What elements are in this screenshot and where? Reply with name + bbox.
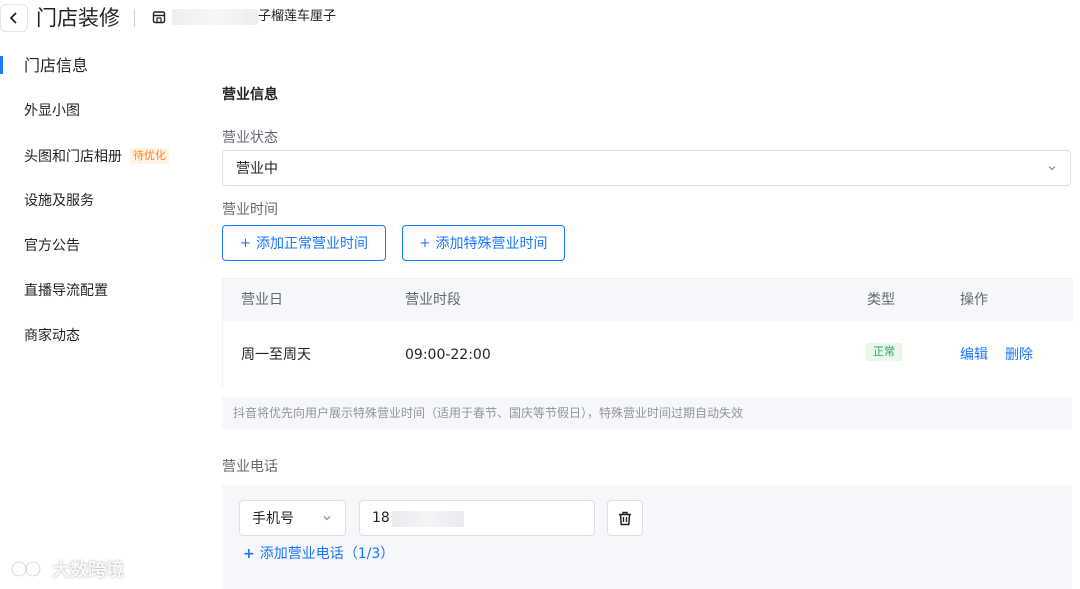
row-time: 09:00-22:00 (405, 347, 491, 363)
chevron-down-icon (323, 516, 331, 521)
back-button[interactable] (0, 4, 28, 32)
row-days: 周一至周天 (241, 347, 311, 363)
phone-type-select[interactable]: 手机号 (239, 500, 346, 536)
delete-link[interactable]: 删除 (1005, 345, 1033, 365)
add-phone-label: 添加营业电话（1/3） (259, 546, 395, 562)
title-divider (134, 9, 135, 27)
sidebar-item-facilities[interactable]: 设施及服务 (0, 180, 190, 220)
table-row: 周一至周天 09:00-22:00 正常 编辑 删除 (223, 321, 1073, 389)
header-actions: 操作 (960, 292, 988, 308)
sidebar-item-label: 外显小图 (24, 103, 80, 119)
plus-icon: + (419, 235, 431, 251)
hours-table: 营业日 营业时段 类型 操作 周一至周天 09:00-22:00 正常 编辑 删… (222, 278, 1073, 389)
button-label: 添加特殊营业时间 (435, 236, 548, 252)
phone-type-value: 手机号 (252, 511, 294, 527)
sidebar-item-merchant-news[interactable]: 商家动态 (0, 315, 190, 355)
chevron-left-icon (9, 12, 17, 24)
chevron-down-icon (1048, 166, 1056, 171)
status-label: 营业状态 (222, 130, 278, 146)
sidebar-item-label: 门店信息 (24, 56, 89, 75)
type-tag: 正常 (866, 343, 902, 361)
sidebar-item-label: 直播导流配置 (24, 283, 108, 299)
phone-number-redacted (392, 511, 464, 527)
hours-label: 营业时间 (222, 202, 278, 218)
watermark-logo-icon (10, 560, 42, 578)
phone-number-input[interactable]: 18 (359, 500, 595, 536)
phone-number-value: 18 (372, 510, 390, 526)
watermark: 大数跨境 (10, 556, 124, 582)
plus-icon: + (243, 546, 255, 562)
watermark-text: 大数跨境 (52, 560, 124, 581)
add-special-hours-button[interactable]: + 添加特殊营业时间 (402, 225, 565, 261)
sidebar-item-label: 商家动态 (24, 328, 80, 344)
hours-note: 抖音将优先向用户展示特殊营业时间（适用于春节、国庆等节假日），特殊营业时间过期自… (222, 397, 1072, 429)
sidebar-item-label: 官方公告 (24, 238, 80, 254)
sidebar-item-label: 设施及服务 (24, 193, 94, 209)
status-select[interactable]: 营业中 (222, 150, 1071, 186)
plus-icon: + (240, 235, 251, 251)
store-icon (152, 11, 166, 24)
main-content: 营业信息 营业状态 营业中 营业时间 + 添加正常营业时间 + 添加特殊营业时间… (222, 0, 1073, 589)
header-days: 营业日 (241, 292, 283, 308)
edit-link[interactable]: 编辑 (960, 345, 988, 365)
add-phone-link[interactable]: + 添加营业电话（1/3） (243, 544, 394, 564)
trash-icon (619, 511, 631, 525)
header-type: 类型 (867, 292, 895, 308)
sidebar-item-announcement[interactable]: 官方公告 (0, 225, 190, 265)
button-label: 添加正常营业时间 (255, 236, 368, 252)
header-time: 营业时段 (405, 292, 461, 308)
status-value: 营业中 (236, 161, 278, 177)
sidebar-item-thumbnail[interactable]: 外显小图 (0, 90, 190, 130)
phone-panel: 手机号 18 + 添加营业电话（1/3） (222, 485, 1072, 589)
phone-label: 营业电话 (222, 459, 278, 475)
section-title: 营业信息 (222, 87, 278, 103)
optimize-badge: 待优化 (130, 148, 169, 164)
sidebar-item-album[interactable]: 头图和门店相册 待优化 (0, 136, 190, 176)
sidebar-item-label: 头图和门店相册 (24, 149, 122, 165)
active-indicator (0, 56, 3, 74)
page-title: 门店装修 (36, 6, 120, 30)
delete-phone-button[interactable] (607, 500, 643, 536)
sidebar-item-store-info[interactable]: 门店信息 (0, 44, 190, 84)
sidebar-item-live-traffic[interactable]: 直播导流配置 (0, 270, 190, 310)
table-header: 营业日 营业时段 类型 操作 (223, 279, 1073, 321)
add-normal-hours-button[interactable]: + 添加正常营业时间 (222, 225, 386, 261)
